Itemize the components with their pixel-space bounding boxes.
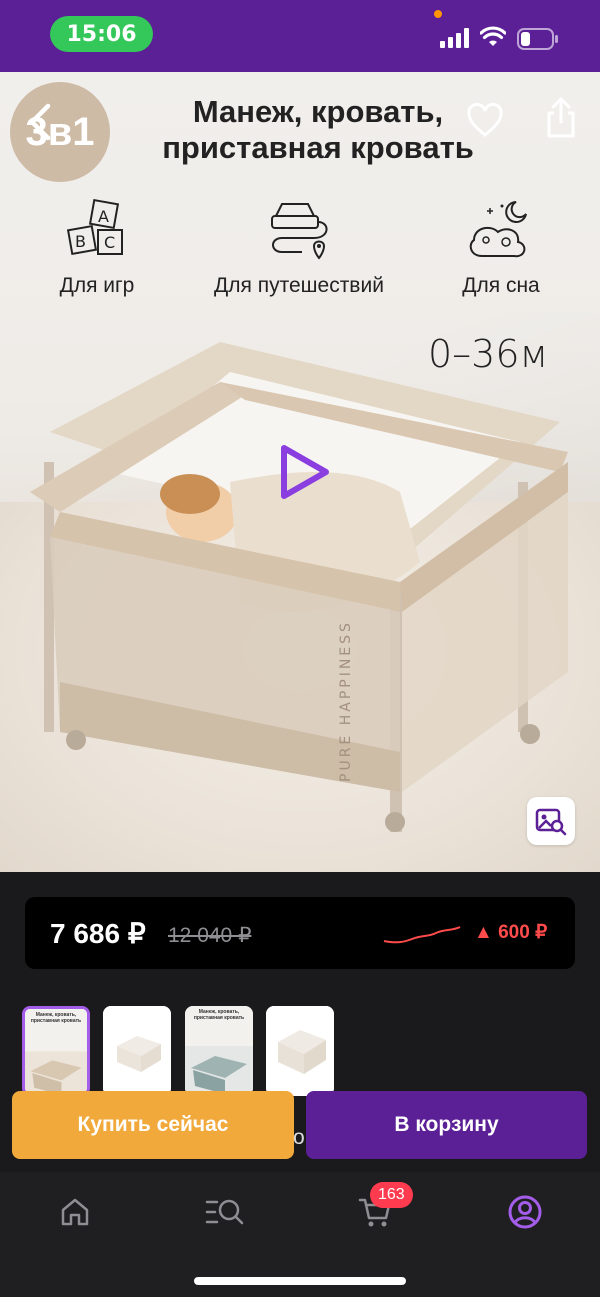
cellular-signal-icon [440, 28, 469, 48]
crib-photo: PURE HAPPINESS [30, 342, 568, 832]
hero-title-line2: приставная кровать [162, 130, 474, 165]
battery-icon [517, 28, 558, 50]
sleep-moon-icon [469, 201, 527, 258]
hidden-text-fragment: о [293, 1126, 305, 1149]
feature-games-label: Для игр [59, 274, 135, 297]
catalog-search-icon [205, 1199, 244, 1225]
image-search-icon [535, 808, 567, 836]
share-icon[interactable] [542, 96, 580, 140]
home-icon [61, 1198, 89, 1226]
abc-blocks-icon: A B C [66, 198, 123, 256]
status-time: 15:06 [50, 16, 153, 52]
product-image-gallery[interactable]: PURE HAPPINESS 3в1 Манеж, кровать, прист… [0, 72, 600, 872]
age-range: 0–36м [428, 332, 549, 376]
add-to-cart-button[interactable]: В корзину [306, 1091, 587, 1159]
back-arrow-icon[interactable] [22, 100, 58, 144]
car-route-icon [271, 203, 328, 260]
play-video-icon[interactable] [270, 442, 334, 502]
cart-count-badge: 163 [370, 1182, 413, 1208]
hero-title: Манеж, кровать, приставная кровать [120, 94, 516, 166]
heart-icon[interactable] [466, 102, 504, 140]
nav-profile[interactable] [503, 1190, 547, 1234]
price-trend-sparkline [383, 926, 461, 944]
privacy-indicator-dot [434, 10, 442, 18]
feature-games: A B C Для игр [38, 196, 156, 298]
thumbnail-3[interactable]: Манеж, кровать, приставная кровать [185, 1006, 253, 1096]
buy-now-button[interactable]: Купить сейчас [12, 1091, 294, 1159]
image-zoom-button[interactable] [527, 797, 575, 845]
feature-travel: Для путешествий [198, 196, 400, 298]
feature-sleep-label: Для сна [462, 274, 540, 297]
nav-home[interactable] [53, 1190, 97, 1234]
thumbnail-title: Манеж, кровать, приставная кровать [193, 1009, 245, 1021]
thumbnail-2[interactable] [103, 1006, 171, 1096]
svg-text:C: C [104, 233, 115, 252]
price-card[interactable]: 7 686 ₽ 12 040 ₽ ▲ 600 ₽ [25, 897, 575, 969]
price-current: 7 686 ₽ [50, 918, 146, 949]
svg-text:B: B [75, 232, 86, 251]
hero-title-line1: Манеж, кровать, [192, 94, 444, 129]
price-old: 12 040 ₽ [168, 924, 252, 947]
svg-text:A: A [98, 207, 109, 226]
feature-sleep: Для сна [446, 196, 556, 298]
wifi-icon [480, 26, 506, 46]
price-change: ▲ 600 ₽ [474, 922, 548, 943]
status-bar: 15:06 [0, 0, 600, 72]
feature-travel-label: Для путешествий [214, 274, 384, 297]
thumbnail-4[interactable] [266, 1006, 334, 1096]
home-indicator[interactable] [194, 1277, 406, 1285]
nav-catalog[interactable] [203, 1190, 247, 1234]
thumbnail-1[interactable]: Манеж, кровать, приставная кровать [22, 1006, 90, 1096]
thumbnail-title: Манеж, кровать, приставная кровать [30, 1012, 82, 1024]
profile-icon [508, 1195, 542, 1229]
product-page: 15:06 PURE HAPPINESS 3в1 Манеж, кровать,… [0, 0, 600, 1297]
crib-print-text: PURE HAPPINESS [338, 620, 354, 782]
